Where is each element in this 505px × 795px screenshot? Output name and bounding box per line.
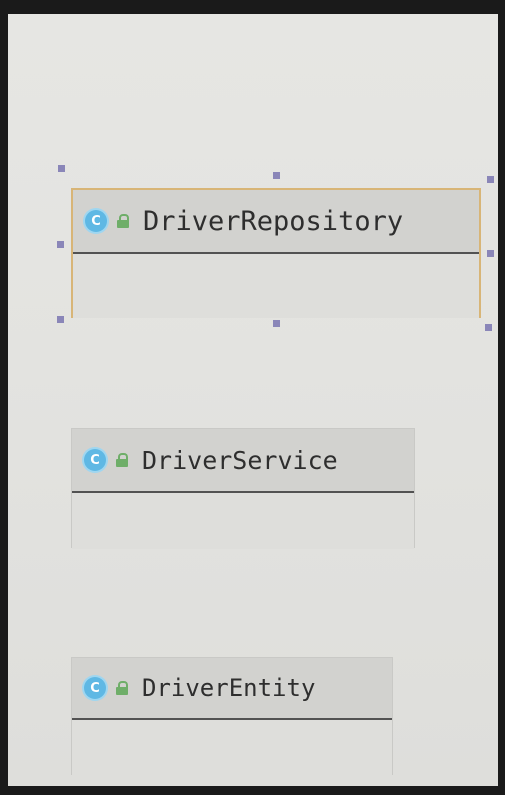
resize-handle-sw[interactable] xyxy=(57,316,64,323)
class-node-driver-entity[interactable]: C DriverEntity xyxy=(71,657,393,776)
class-icon: C xyxy=(84,449,106,471)
lock-icon xyxy=(117,214,129,228)
class-header: C DriverService xyxy=(72,429,414,491)
class-header: C DriverEntity xyxy=(72,658,392,718)
class-icon: C xyxy=(85,210,107,232)
class-header: C DriverRepository xyxy=(73,190,479,252)
resize-handle-ne[interactable] xyxy=(487,176,494,183)
resize-handle-w[interactable] xyxy=(57,241,64,248)
lock-icon xyxy=(116,681,128,695)
class-node-driver-service[interactable]: C DriverService xyxy=(71,428,415,549)
class-body xyxy=(72,720,392,776)
class-name: DriverEntity xyxy=(142,674,316,702)
class-body xyxy=(73,254,479,318)
resize-handle-e[interactable] xyxy=(487,250,494,257)
class-node-driver-repository[interactable]: C DriverRepository xyxy=(71,188,481,318)
resize-handle-nw[interactable] xyxy=(58,165,65,172)
resize-handle-se[interactable] xyxy=(485,324,492,331)
diagram-canvas[interactable]: C DriverRepository C DriverService C Dri… xyxy=(8,14,498,786)
class-body xyxy=(72,493,414,549)
resize-handle-n[interactable] xyxy=(273,172,280,179)
class-name: DriverService xyxy=(142,445,338,475)
class-icon: C xyxy=(84,677,106,699)
resize-handle-s[interactable] xyxy=(273,320,280,327)
class-name: DriverRepository xyxy=(143,205,404,237)
lock-icon xyxy=(116,453,128,467)
